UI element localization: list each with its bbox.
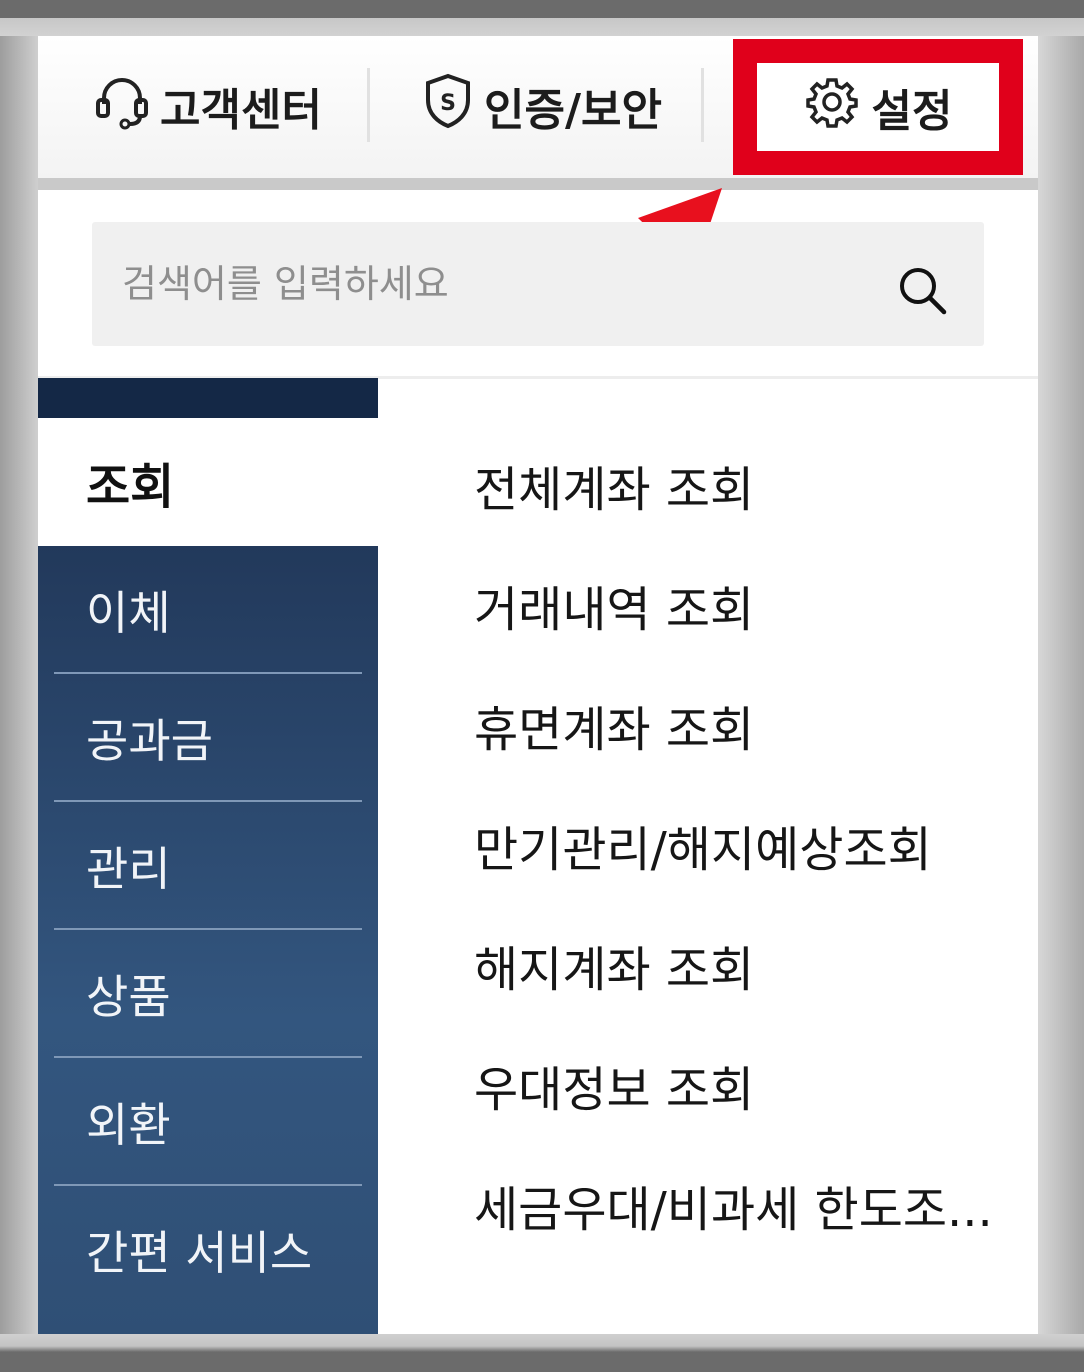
headset-icon — [94, 72, 160, 141]
submenu-item-dormant-accounts[interactable]: 휴면계좌 조회 — [474, 690, 754, 760]
submenu-item-all-accounts[interactable]: 전체계좌 조회 — [474, 450, 754, 520]
nav-item-foreign-exchange[interactable]: 외환 — [38, 1058, 378, 1186]
security-label: 인증/보안 — [484, 85, 662, 136]
submenu-item-maturity-management[interactable]: 만기관리/해지예상조회 — [474, 810, 932, 880]
screenshot-frame-right — [1038, 36, 1084, 1334]
nav-item-label: 상품 — [86, 970, 171, 1024]
nav-item-label: 공과금 — [86, 714, 213, 768]
menu-screen: 고객센터 S 인증/보안 설정 검색어를 입력하세요 조회 이체 공과금 관리 … — [38, 36, 1038, 1334]
submenu-item-transaction-history[interactable]: 거래내역 조회 — [474, 570, 754, 640]
top-bar-divider — [38, 178, 1038, 190]
submenu-item-benefit-info[interactable]: 우대정보 조회 — [474, 1050, 754, 1120]
search-input[interactable] — [122, 252, 842, 316]
header-separator — [367, 68, 370, 142]
nav-item-utility-bills[interactable]: 공과금 — [38, 674, 378, 802]
nav-item-label: 외환 — [86, 1098, 171, 1152]
nav-item-simple-service[interactable]: 간편 서비스 — [38, 1186, 378, 1314]
gear-icon — [804, 74, 872, 141]
settings-label: 설정 — [871, 86, 953, 137]
nav-item-label: 조회 — [86, 459, 175, 515]
screenshot-frame-bottom — [0, 1334, 1084, 1372]
search-box — [92, 222, 984, 346]
svg-text:S: S — [440, 91, 456, 116]
search-icon[interactable] — [896, 264, 948, 320]
customer-center-label: 고객센터 — [160, 85, 322, 136]
shield-icon: S — [422, 72, 484, 141]
security-button[interactable]: S 인증/보안 — [422, 66, 662, 146]
nav-top-bar — [38, 378, 378, 418]
nav-item-transfer[interactable]: 이체 — [38, 546, 378, 674]
nav-item-products[interactable]: 상품 — [38, 930, 378, 1058]
submenu-item-tax-exemption-limit[interactable]: 세금우대/비과세 한도조... — [474, 1170, 993, 1240]
settings-highlight-box: 설정 — [733, 39, 1023, 175]
header-separator — [701, 68, 704, 142]
side-nav: 이체 공과금 관리 상품 외환 간편 서비스 — [38, 546, 378, 1334]
nav-item-label: 간편 서비스 — [86, 1226, 313, 1280]
nav-item-management[interactable]: 관리 — [38, 802, 378, 930]
submenu-item-closed-accounts[interactable]: 해지계좌 조회 — [474, 930, 754, 1000]
settings-button[interactable]: 설정 — [757, 63, 999, 151]
nav-item-label: 관리 — [86, 842, 171, 896]
nav-item-label: 이체 — [86, 586, 171, 640]
screenshot-frame-left — [0, 36, 38, 1334]
customer-center-button[interactable]: 고객센터 — [94, 66, 322, 146]
nav-item-inquiry[interactable]: 조회 — [38, 418, 378, 546]
screenshot-frame-top — [0, 0, 1084, 36]
